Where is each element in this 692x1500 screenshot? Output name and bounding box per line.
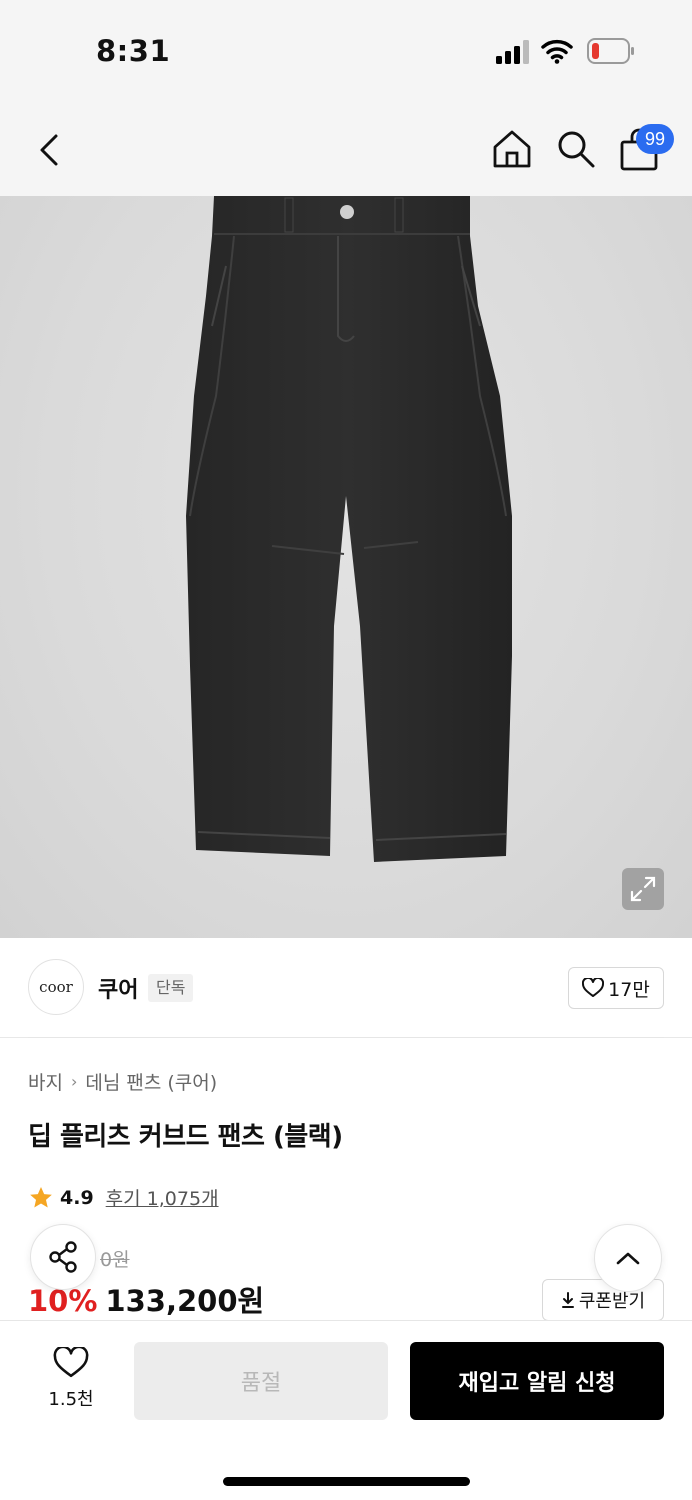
sale-price: 133,200원 [105,1284,265,1318]
cellular-signal-icon [496,40,529,64]
share-button[interactable] [30,1224,96,1290]
review-count-link[interactable]: 후기 1,075개 [106,1184,219,1211]
brand-name[interactable]: 쿠어 [98,972,138,1004]
product-image[interactable] [0,196,692,938]
search-icon[interactable] [555,128,597,170]
original-price: 0원 [100,1249,130,1271]
star-icon [30,1186,52,1208]
brand-like-count: 17만 [608,978,650,1001]
wishlist-button[interactable]: 1.5천 [40,1347,102,1421]
brand-row: coor 쿠어 단독 17만 [0,938,692,1038]
breadcrumb: 바지 › 데님 팬츠 (쿠어) [28,1068,217,1095]
heart-outline-icon [53,1347,89,1378]
brand-logo[interactable]: coor [28,959,84,1015]
product-title: 딥 플리츠 커브드 팬츠 (블랙) [28,1122,343,1152]
home-indicator [223,1477,470,1486]
wifi-icon [541,39,573,64]
soldout-button: 품절 [134,1342,388,1420]
heart-outline-icon [582,978,605,997]
divider [28,1037,664,1038]
share-icon [49,1241,77,1273]
chevron-up-icon [616,1252,640,1265]
product-photo-pants [186,196,512,862]
breadcrumb-subcategory[interactable]: 데님 팬츠 (쿠어) [85,1068,217,1095]
wishlist-count: 1.5천 [48,1389,94,1410]
scroll-to-top-button[interactable] [594,1224,662,1292]
status-bar: 8:31 [0,0,692,100]
bottom-action-bar: 1.5천 품절 재입고 알림 신청 [0,1320,692,1500]
restock-alert-button[interactable]: 재입고 알림 신청 [410,1342,664,1420]
rating-row: 4.9 후기 1,075개 [28,1184,219,1211]
rating-value: 4.9 [60,1186,94,1209]
brand-like-button[interactable]: 17만 [568,967,664,1009]
download-icon [561,1292,574,1308]
exclusive-tag: 단독 [148,974,194,1002]
battery-icon [587,38,634,64]
home-icon[interactable] [491,128,533,170]
chevron-right-icon: › [70,1072,78,1091]
expand-image-button[interactable] [622,868,664,910]
expand-icon [630,876,656,902]
status-time: 8:31 [96,34,171,68]
breadcrumb-category[interactable]: 바지 [28,1068,63,1095]
cart-count-badge: 99 [636,124,674,154]
back-arrow-icon[interactable] [30,130,70,170]
